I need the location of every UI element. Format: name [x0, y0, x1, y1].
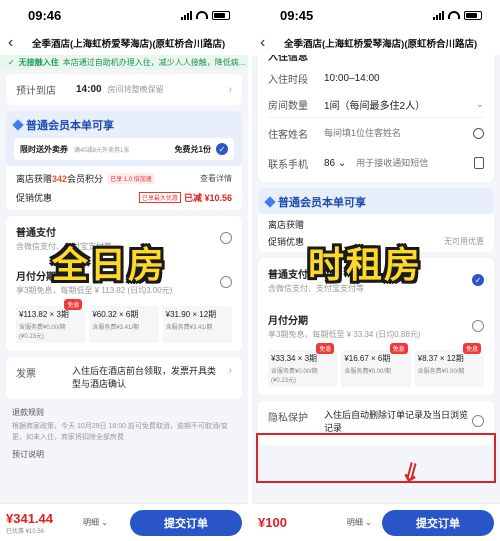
room-count-row[interactable]: 房间数量 1间（每间最多住2人） ⌄: [268, 91, 484, 117]
refund-section: 退款规则 根据商家政策，今天 10月29日 18:00 前可免费取消，逾期不可取…: [12, 408, 228, 459]
checkin-time-row[interactable]: 入住时段 10:00–14:00: [268, 65, 484, 91]
view-details-link[interactable]: 查看详情: [200, 173, 232, 184]
invoice-card[interactable]: 发票 入住后在酒店前台领取，发票开具类型与酒店确认 ›: [6, 357, 242, 399]
left-phone-screen: 09:46 ‹ 全季酒店(上海虹桥爱琴海店)(原虹桥合川路店) ✓ 无接触入住 …: [0, 0, 248, 541]
contactless-banner: ✓ 无接触入住 本店通过自助机办理入住，减少人人接触，降低病...: [0, 55, 248, 70]
right-phone-screen: 09:45 ‹ 全季酒店(上海虹桥爱琴海店)(原虹桥合川路店) 入住信息 入住时…: [252, 0, 500, 541]
member-benefits: 普通会员本单可享 限时送外卖券 满40减8元外卖券1张 免费兑1份 ✓: [6, 111, 242, 166]
pay-normal-radio[interactable]: ✓: [472, 274, 484, 286]
total-price: ¥100: [258, 515, 287, 530]
wifi-icon: [196, 11, 208, 19]
overlay-caption: 时租房: [308, 244, 423, 285]
highlight-box: [256, 433, 496, 483]
installment-plan[interactable]: 免息 ¥8.37 × 12期 含服务费¥0.00/期: [414, 343, 484, 387]
coupon-offer[interactable]: 限时送外卖券 满40减8元外卖券1张 免费兑1份 ✓: [14, 138, 234, 160]
battery-icon: [464, 10, 482, 20]
section-title: 入住信息: [268, 55, 308, 63]
status-time: 09:45: [280, 7, 314, 23]
member-benefits: 普通会员本单可享: [258, 188, 494, 214]
signal-icon: [433, 10, 444, 20]
battery-icon: [212, 10, 230, 20]
installment-radio[interactable]: [220, 276, 232, 288]
installment-option[interactable]: 月付分期 享3期免息，每期低至 ¥ 33.34 (日均0.88元): [268, 312, 484, 340]
guest-name-row: 住客姓名: [268, 118, 484, 148]
contacts-icon[interactable]: [474, 157, 484, 169]
submit-order-button[interactable]: 提交订单: [382, 509, 494, 536]
chevron-right-icon: ›: [228, 84, 232, 95]
installment-plan[interactable]: ¥60.32 × 6期 含服务费¥3.41/期: [89, 306, 159, 343]
installment-plan[interactable]: 免息 ¥33.34 × 3期 含服务费¥0.00/期(¥0.23元): [268, 343, 338, 387]
phone-row: 联系手机 86 ⌄: [268, 148, 484, 178]
installment-plan[interactable]: ¥31.90 × 12期 含服务费¥3.41/期: [162, 306, 232, 343]
person-icon[interactable]: [473, 127, 484, 139]
arrival-card[interactable]: 预计到店 14:00 房间将整晚保留 ›: [6, 74, 242, 105]
diamond-icon: [264, 196, 276, 208]
bottom-bar: ¥341.44 已优惠 ¥10.56 明细 ⌄ 提交订单: [0, 503, 248, 541]
coupon-checkbox[interactable]: ✓: [216, 143, 228, 155]
diamond-icon: [12, 119, 24, 131]
installment-plans: 免息 ¥113.82 × 3期 含服务费¥0.00/期(¥0.23元) ¥60.…: [16, 299, 232, 343]
detail-link[interactable]: 明细 ⌄: [83, 517, 108, 528]
signal-icon: [181, 10, 192, 20]
privacy-toggle[interactable]: [472, 415, 484, 427]
nav-bar: ‹ 全季酒店(上海虹桥爱琴海店)(原虹桥合川路店): [252, 30, 500, 55]
wifi-icon: [448, 11, 460, 19]
guest-name-input[interactable]: [324, 128, 444, 138]
bottom-bar: ¥100 明细 ⌄ 提交订单: [252, 503, 500, 541]
overlay-caption: 全日房: [52, 244, 167, 285]
installment-plan[interactable]: 免息 ¥113.82 × 3期 含服务费¥0.00/期(¥0.23元): [16, 299, 86, 343]
shield-icon: ✓: [8, 58, 15, 67]
detail-link[interactable]: 明细 ⌄: [347, 517, 372, 528]
installment-plans: 免息 ¥33.34 × 3期 含服务费¥0.00/期(¥0.23元) 免息 ¥1…: [268, 343, 484, 387]
country-code[interactable]: 86 ⌄: [324, 158, 346, 169]
submit-order-button[interactable]: 提交订单: [130, 509, 242, 536]
pay-normal-radio[interactable]: [220, 232, 232, 244]
points-discount: 离店获赠 342 会员积分 已享 1.0 倍加速 查看详情 促销优惠 已享最大优…: [6, 166, 242, 210]
page-title: 全季酒店(上海虹桥爱琴海店)(原虹桥合川路店): [32, 38, 226, 50]
chevron-right-icon: ›: [228, 365, 232, 376]
back-arrow-icon[interactable]: ‹: [8, 34, 24, 52]
checkin-info-card: 入住信息 入住时段 10:00–14:00 房间数量 1间（每间最多住2人） ⌄…: [258, 55, 494, 182]
total-price: ¥341.44: [6, 510, 53, 526]
installment-plan[interactable]: 免息 ¥16.67 × 6期 含服务费¥0.00/期: [341, 343, 411, 387]
back-arrow-icon[interactable]: ‹: [260, 34, 276, 52]
nav-bar: ‹ 全季酒店(上海虹桥爱琴海店)(原虹桥合川路店): [0, 30, 248, 55]
installment-radio[interactable]: [472, 320, 484, 332]
chevron-down-icon: ⌄: [475, 98, 484, 110]
status-bar: 09:46: [0, 0, 248, 30]
status-time: 09:46: [28, 7, 62, 23]
status-bar: 09:45: [252, 0, 500, 30]
phone-input[interactable]: [356, 158, 449, 168]
page-title: 全季酒店(上海虹桥爱琴海店)(原虹桥合川路店): [284, 38, 478, 50]
